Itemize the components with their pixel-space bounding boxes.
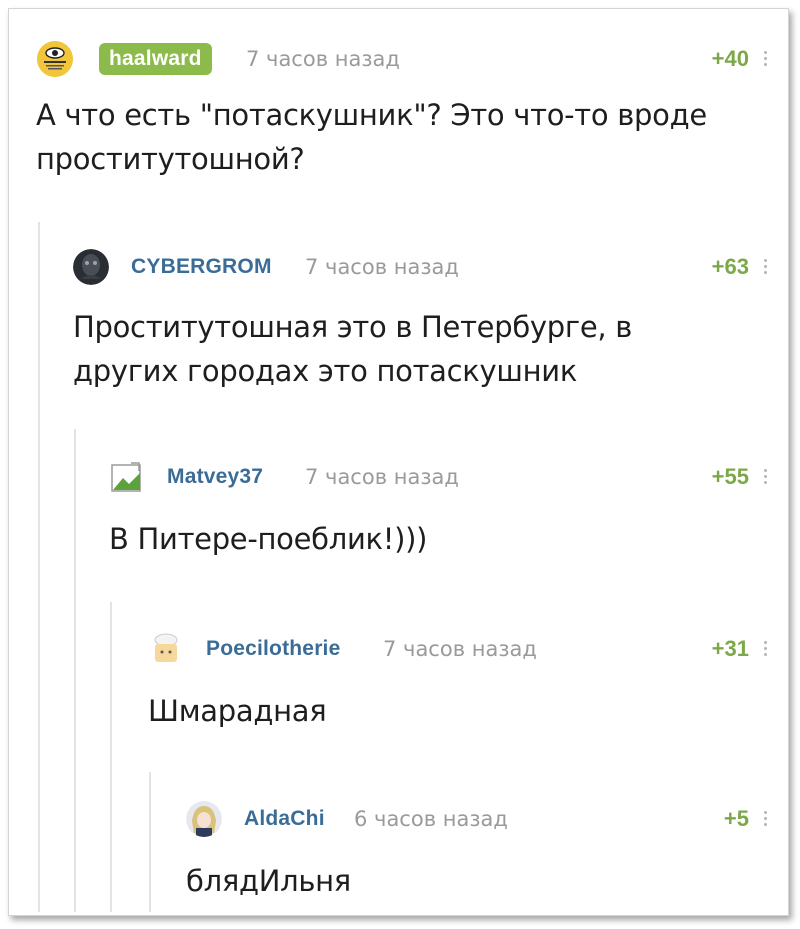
more-options-icon[interactable] [764,257,768,277]
comment-text-line: блядИльня [186,864,351,898]
comment-text-line: А что есть "потаскушник"? Это что-то вро… [36,98,707,132]
comment-header: Poecilotherie 7 часов назад +31 [148,631,777,671]
comment-score[interactable]: +40 [677,41,749,77]
comment-time: 7 часов назад [305,255,459,279]
comment-thread: haalward 7 часов назад +40 А что есть "п… [8,8,789,916]
broken-image-avatar[interactable] [109,459,145,495]
comment-time: 7 часов назад [305,465,459,489]
comment-text-line: проститутошной? [36,142,305,176]
government-eye-avatar[interactable] [37,41,73,77]
comment-header: haalward 7 часов назад +40 [37,41,777,81]
comment-text: Проститутошная это в Петербурге, в други… [73,305,773,393]
author-name[interactable]: AldaChi [244,801,325,837]
anime-girl-avatar[interactable] [186,801,222,837]
author-name[interactable]: Matvey37 [167,459,263,495]
more-options-icon[interactable] [764,49,768,69]
thread-line[interactable] [74,429,76,912]
comment-score[interactable]: +55 [677,459,749,495]
author-name[interactable]: haalward [99,43,212,75]
comment-text: А что есть "потаскушник"? Это что-то вро… [36,93,776,181]
dark-creature-avatar[interactable] [73,249,109,285]
comment-score[interactable]: +5 [677,801,749,837]
more-options-icon[interactable] [764,467,768,487]
comment-score[interactable]: +31 [677,631,749,667]
comment-header: AldaChi 6 часов назад +5 [186,801,777,841]
comment-time: 7 часов назад [246,47,400,71]
author-name[interactable]: Poecilotherie [206,631,340,667]
more-options-icon[interactable] [764,809,768,829]
comment-text-line: Шмарадная [148,694,327,728]
comment-score[interactable]: +63 [677,249,749,285]
more-options-icon[interactable] [764,639,768,659]
comment-time: 6 часов назад [354,807,508,831]
comment-text: Шмарадная [148,689,768,733]
comment-text-line: Проститутошная это в Петербурге, в [73,310,632,344]
comment-text-line: других городах это потаскушник [73,354,578,388]
thread-line[interactable] [149,772,151,912]
thread-line[interactable] [110,602,112,912]
comment-header: CYBERGROM 7 часов назад +63 [73,249,777,289]
comment-text: В Питере-поеблик!))) [109,517,769,561]
comment-text: блядИльня [186,859,766,903]
author-name[interactable]: CYBERGROM [131,249,272,285]
chef-avatar[interactable] [148,631,184,667]
comment-time: 7 часов назад [383,637,537,661]
thread-line[interactable] [38,222,40,912]
comment-header: Matvey37 7 часов назад +55 [109,459,777,499]
comment-text-line: В Питере-поеблик!))) [109,522,428,556]
